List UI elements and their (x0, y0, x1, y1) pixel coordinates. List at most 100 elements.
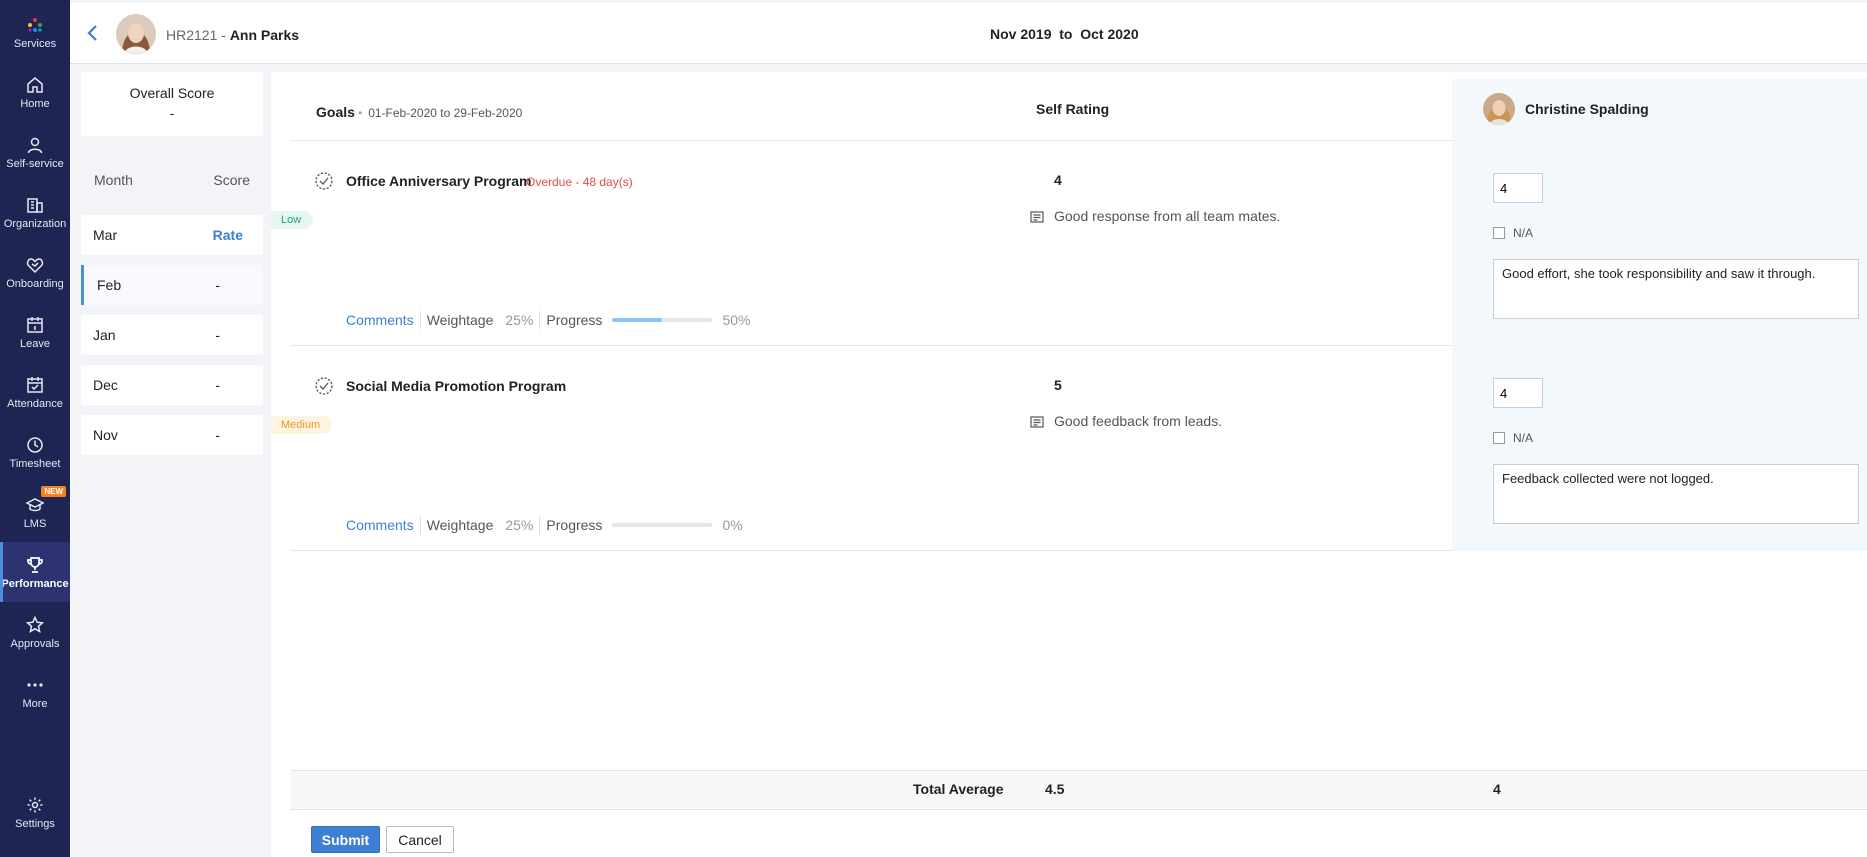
self-rating-value: 5 (1054, 377, 1062, 393)
nav-label: Timesheet (9, 457, 61, 470)
services-grid-icon (25, 15, 45, 35)
nav-leave[interactable]: Leave (0, 302, 70, 362)
nav-organization[interactable]: Organization (0, 182, 70, 242)
handshake-icon (25, 255, 45, 275)
nav-label: Home (20, 97, 50, 110)
nav-attendance[interactable]: Attendance (0, 362, 70, 422)
month-row-mar[interactable]: Mar Rate (81, 215, 263, 255)
goal-divider (290, 550, 1452, 551)
comments-link[interactable]: Comments (346, 312, 414, 328)
goal-title: Social Media Promotion Program (346, 378, 567, 394)
meta-divider (419, 516, 421, 534)
month-name: Dec (93, 377, 118, 393)
month-row-feb[interactable]: Feb - (81, 265, 263, 305)
header-divider (290, 140, 1452, 141)
total-average-label: Total Average (913, 781, 1004, 797)
self-comment-text: Good response from all team mates. (1054, 208, 1281, 224)
na-checkbox[interactable] (1493, 227, 1505, 239)
goals-title: Goals (316, 104, 355, 120)
progress-value: 0% (722, 517, 743, 533)
nav-more[interactable]: More (0, 662, 70, 722)
meta-divider (419, 311, 421, 329)
na-checkbox[interactable] (1493, 432, 1505, 444)
nav-label: Services (13, 37, 57, 50)
reviewer-comment-input[interactable]: Good effort, she took responsibility and… (1493, 259, 1859, 319)
comments-link[interactable]: Comments (346, 517, 414, 533)
nav-settings[interactable]: Settings (0, 782, 70, 842)
gear-icon (25, 795, 45, 815)
nav-services[interactable]: Services (0, 2, 70, 62)
nav-self-service[interactable]: Self-service (0, 122, 70, 182)
nav-label: Organization (3, 217, 67, 230)
employee-id: HR2121 - (166, 27, 226, 43)
cancel-button[interactable]: Cancel (386, 826, 454, 853)
self-comment: Good feedback from leads. (1030, 413, 1222, 429)
employee-avatar (116, 14, 156, 54)
weightage-value: 25% (505, 312, 534, 328)
month-name: Mar (93, 227, 118, 243)
priority-badge: Medium (271, 416, 333, 434)
na-option[interactable]: N/A (1493, 226, 1533, 240)
nav-label: Leave (20, 337, 50, 350)
self-comment-text: Good feedback from leads. (1054, 413, 1223, 429)
priority-badge: Low (271, 211, 314, 229)
back-chevron-icon[interactable] (84, 23, 102, 43)
page-header: HR2121 - Ann Parks Nov 2019 to Oct 2020 (70, 0, 1867, 64)
total-reviewer-average: 4 (1493, 781, 1501, 797)
nav-label: Performance (1, 577, 69, 590)
na-option[interactable]: N/A (1493, 431, 1533, 445)
employee-name: Ann Parks (229, 27, 300, 43)
nav-approvals[interactable]: Approvals (0, 602, 70, 662)
month-row-jan[interactable]: Jan - (81, 315, 263, 355)
goal-meta: Comments Weightage 25% Progress 50% (346, 311, 750, 329)
nav-label: More (22, 697, 48, 710)
month-row-nov[interactable]: Nov - (81, 415, 263, 455)
self-rating-value: 4 (1054, 172, 1062, 188)
month-name: Jan (93, 327, 116, 343)
reviewer-rating-input[interactable] (1493, 173, 1543, 203)
month-name: Feb (97, 277, 122, 293)
progress-value: 50% (722, 312, 751, 328)
self-comment: Good response from all team mates. (1030, 208, 1280, 224)
progress-bar (612, 318, 713, 322)
nav-label: Settings (15, 817, 55, 830)
trophy-icon (25, 555, 45, 575)
calendar-icon (25, 315, 45, 335)
nav-home[interactable]: Home (0, 62, 70, 122)
clock-icon (25, 435, 45, 455)
month-row-dec[interactable]: Dec - (81, 365, 263, 405)
new-badge: NEW (41, 486, 66, 497)
submit-button[interactable]: Submit (311, 826, 380, 853)
goal-status-icon (314, 376, 334, 396)
comment-icon (1030, 415, 1044, 428)
overall-score-value: - (169, 105, 175, 121)
goals-date-range: 01-Feb-2020 to 29-Feb-2020 (358, 106, 522, 120)
nav-lms[interactable]: NEW LMS (0, 482, 70, 542)
overdue-label: Overdue - 48 day(s) (526, 175, 633, 189)
month-column-label: Month (94, 172, 133, 188)
calendar-check-icon (25, 375, 45, 395)
nav-performance[interactable]: Performance (0, 542, 70, 602)
month-score: - (215, 277, 220, 293)
month-score: - (215, 377, 220, 393)
self-rating-header: Self Rating (1036, 101, 1110, 117)
nav-onboarding[interactable]: Onboarding (0, 242, 70, 302)
reviewer-name: Christine Spalding (1525, 101, 1649, 117)
reviewer-rating-input[interactable] (1493, 378, 1543, 408)
total-average-row (290, 770, 1867, 810)
nav-label: Self-service (6, 157, 64, 170)
star-icon (25, 615, 45, 635)
goal-status-icon (314, 171, 334, 191)
rate-link[interactable]: Rate (213, 227, 243, 243)
employee-identity: HR2121 - Ann Parks (166, 27, 299, 43)
home-icon (25, 75, 45, 95)
person-icon (25, 135, 45, 155)
graduation-cap-icon (25, 495, 45, 515)
nav-label: LMS (23, 517, 47, 530)
sidebar: Services Home Self-service Organization … (0, 0, 70, 857)
nav-timesheet[interactable]: Timesheet (0, 422, 70, 482)
nav-label: Attendance (7, 397, 63, 410)
goal-title: Office Anniversary Program (346, 173, 532, 189)
reviewer-comment-input[interactable]: Feedback collected were not logged. (1493, 464, 1859, 524)
weightage-value: 25% (505, 517, 534, 533)
